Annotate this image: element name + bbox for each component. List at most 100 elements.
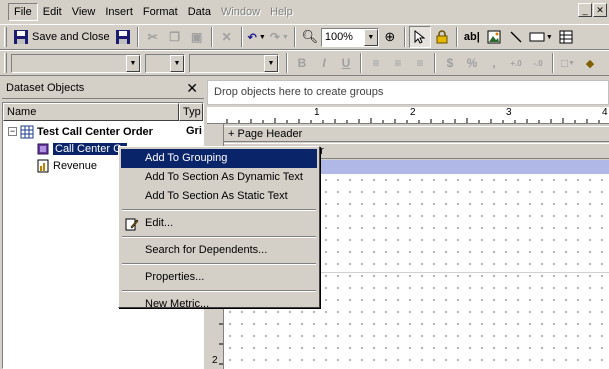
column-header-name[interactable]: Name xyxy=(3,103,179,121)
toolbar-separator xyxy=(552,53,554,73)
paste-button[interactable]: ▣ xyxy=(186,26,208,48)
border-button: □ ▼ xyxy=(557,52,579,74)
save-button[interactable] xyxy=(112,26,134,48)
menu-format[interactable]: Format xyxy=(138,4,183,20)
bold-icon: B xyxy=(297,56,307,70)
toolbar-separator xyxy=(434,53,436,73)
column-header-type[interactable]: Typ xyxy=(179,103,203,121)
ruler-mark-2: 2 xyxy=(410,107,416,118)
menu-item-label: Add To Section As Dynamic Text xyxy=(145,171,303,183)
toolbar-separator xyxy=(286,53,288,73)
rectangle-dropdown-icon[interactable]: ▼ xyxy=(546,34,553,41)
tree-root-row[interactable]: − Test Call Center Order xyxy=(8,123,153,140)
toolbar-separator xyxy=(360,53,362,73)
copy-button[interactable]: ❐ xyxy=(164,26,186,48)
cut-button[interactable]: ✂ xyxy=(142,26,164,48)
delete-button[interactable]: ✕ xyxy=(216,26,238,48)
redo-button[interactable]: ↷ ▼ xyxy=(268,26,291,48)
underline-icon: U xyxy=(341,56,351,70)
zoom-in-button[interactable]: ⊕ xyxy=(379,26,401,48)
menu-data[interactable]: Data xyxy=(183,4,216,20)
menu-item-label: Add To Grouping xyxy=(145,152,228,164)
toolbar-grip[interactable] xyxy=(4,27,7,47)
zoom-select[interactable]: 100% ▼ xyxy=(320,27,379,47)
delete-x-icon: ✕ xyxy=(221,30,232,44)
chevron-down-icon: ▼ xyxy=(264,54,278,72)
formatting-toolbar: ▼ ▼ ▼ B I U ≡ ≡ ≡ $ % , +.0 -.0 □ ▼ ◆ xyxy=(0,50,609,76)
menu-insert[interactable]: Insert xyxy=(100,4,138,20)
minimize-icon[interactable]: _ xyxy=(578,3,592,17)
menu-search-dependents[interactable]: Search for Dependents... xyxy=(121,241,317,260)
paint-bucket-icon: ◆ xyxy=(585,57,595,70)
close-icon[interactable]: ✕ xyxy=(186,80,198,97)
tree-root-label: Test Call Center Order xyxy=(37,125,153,138)
magnifier-minus-icon: 🔍︎ xyxy=(301,29,319,44)
image-button[interactable] xyxy=(483,26,505,48)
menu-separator xyxy=(122,236,316,238)
currency-icon: $ xyxy=(446,56,454,70)
undo-button[interactable]: ↶ ▼ xyxy=(246,26,268,48)
menu-add-dynamic-text[interactable]: Add To Section As Dynamic Text xyxy=(121,168,317,187)
select-tool-button[interactable] xyxy=(408,26,431,48)
menu-separator xyxy=(122,290,316,292)
close-window-icon[interactable]: ✕ xyxy=(593,3,607,17)
lock-icon xyxy=(436,30,448,44)
undo-dropdown-icon[interactable]: ▼ xyxy=(259,34,266,41)
italic-icon: I xyxy=(322,56,326,70)
window-controls: _ ✕ xyxy=(578,3,607,17)
style-select: ▼ xyxy=(11,53,141,73)
tree-item-call-center[interactable]: Call Center Gr xyxy=(36,140,128,157)
align-right-button: ≡ xyxy=(409,52,431,74)
attribute-icon xyxy=(37,143,49,154)
group-drop-zone[interactable]: Drop objects here to create groups xyxy=(207,80,609,105)
menu-edit[interactable]: Edit... xyxy=(121,214,317,233)
align-center-icon: ≡ xyxy=(394,56,402,70)
ruler-mark-1: 1 xyxy=(314,107,320,118)
menu-properties[interactable]: Properties... xyxy=(121,268,317,287)
tree-root-type: Gri xyxy=(186,125,202,137)
dataset-objects-title: Dataset Objects xyxy=(6,82,85,94)
lock-button[interactable] xyxy=(431,26,453,48)
menu-help: Help xyxy=(270,6,293,18)
currency-button: $ xyxy=(439,52,461,74)
save-and-close-button[interactable]: Save and Close xyxy=(11,26,112,48)
collapse-icon[interactable]: − xyxy=(8,127,17,136)
align-right-icon: ≡ xyxy=(416,56,424,70)
menu-view[interactable]: View xyxy=(67,4,101,20)
image-icon xyxy=(487,30,501,44)
comma-button: , xyxy=(483,52,505,74)
grid-button[interactable] xyxy=(555,26,577,48)
toolbar-separator xyxy=(136,27,139,47)
floppy-disk-icon xyxy=(14,30,28,44)
copy-icon: ❐ xyxy=(169,30,181,44)
chevron-down-icon[interactable]: ▼ xyxy=(363,28,378,46)
toolbar-separator xyxy=(403,27,406,47)
menu-edit[interactable]: Edit xyxy=(38,4,67,20)
horizontal-ruler: 1 2 3 4 xyxy=(207,107,609,124)
underline-button: U xyxy=(335,52,357,74)
line-button[interactable] xyxy=(505,26,527,48)
menu-separator xyxy=(122,263,316,265)
dataset-objects-header: Dataset Objects ✕ xyxy=(2,78,204,99)
menu-item-label: Edit... xyxy=(145,217,174,229)
decrease-decimal-icon: -.0 xyxy=(533,58,543,68)
percent-icon: % xyxy=(466,56,478,70)
toolbar-grip[interactable] xyxy=(4,53,7,73)
tree-item-revenue[interactable]: Revenue xyxy=(36,157,97,174)
save-icon xyxy=(115,30,130,44)
menu-item-label: New Metric... xyxy=(145,298,210,310)
menu-add-to-grouping[interactable]: Add To Grouping xyxy=(121,149,317,168)
rectangle-button[interactable]: ▼ xyxy=(527,26,555,48)
ruler-ticks xyxy=(226,118,600,123)
menu-new-metric[interactable]: New Metric... xyxy=(121,295,317,314)
toolbar-separator xyxy=(293,27,296,47)
increase-decimal-button: +.0 xyxy=(505,52,527,74)
grid-icon xyxy=(559,30,573,44)
page-header-section[interactable]: + Page Header xyxy=(224,126,609,142)
scissors-icon: ✂ xyxy=(147,30,158,44)
percent-button: % xyxy=(461,52,483,74)
zoom-out-button[interactable]: 🔍︎ xyxy=(299,26,321,48)
menu-file[interactable]: File xyxy=(8,3,38,21)
text-field-button[interactable]: ab| xyxy=(461,26,483,48)
menu-add-static-text[interactable]: Add To Section As Static Text xyxy=(121,187,317,206)
